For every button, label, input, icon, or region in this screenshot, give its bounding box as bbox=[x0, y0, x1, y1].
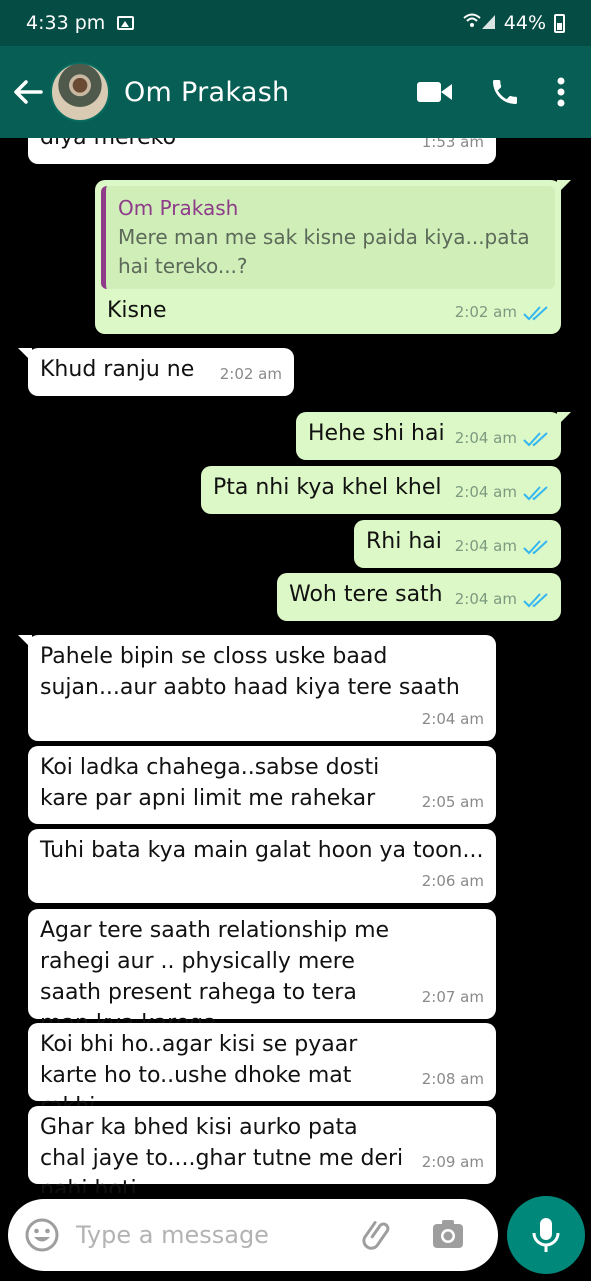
read-ticks-icon bbox=[523, 592, 549, 608]
message-outgoing[interactable]: Rhi hai 2:04 am bbox=[354, 520, 561, 568]
message-incoming[interactable]: Agar tere saath relationship me rahegi a… bbox=[28, 909, 496, 1036]
message-composer bbox=[8, 1199, 498, 1271]
arrow-left-icon bbox=[14, 80, 43, 104]
message-incoming[interactable]: Koi bhi ho..agar kisi se pyaar karte ho … bbox=[28, 1023, 496, 1119]
status-time: 4:33 pm bbox=[26, 12, 106, 34]
paperclip-icon bbox=[362, 1221, 390, 1250]
message-time: 2:04 am bbox=[454, 537, 517, 555]
avatar[interactable] bbox=[50, 62, 110, 122]
message-time: 2:04 am bbox=[421, 710, 484, 728]
smiley-icon bbox=[25, 1218, 59, 1252]
message-list[interactable]: diya mereko 1:53 am Om Prakash Mere man … bbox=[0, 138, 591, 1193]
back-button[interactable] bbox=[8, 72, 48, 112]
message-time: 2:05 am bbox=[421, 793, 484, 811]
quoted-text: Mere man me sak kisne paida kiya...pata … bbox=[118, 225, 530, 278]
message-outgoing-reply[interactable]: Om Prakash Mere man me sak kisne paida k… bbox=[95, 180, 571, 334]
message-incoming[interactable]: Ghar ka bhed kisi aurko pata chal jaye t… bbox=[28, 1106, 496, 1193]
message-outgoing[interactable]: Woh tere sath 2:04 am bbox=[277, 573, 561, 621]
quoted-message[interactable]: Om Prakash Mere man me sak kisne paida k… bbox=[101, 186, 555, 289]
message-outgoing[interactable]: Pta nhi kya khel khel 2:04 am bbox=[201, 466, 561, 514]
status-right: 44% bbox=[462, 12, 565, 35]
chat-header: Om Prakash bbox=[0, 46, 591, 138]
read-ticks-icon bbox=[523, 305, 549, 321]
kebab-menu-icon bbox=[557, 77, 565, 107]
message-time: 2:09 am bbox=[421, 1153, 484, 1171]
battery-icon bbox=[554, 13, 565, 33]
camera-button[interactable] bbox=[428, 1215, 468, 1255]
phone-icon bbox=[493, 80, 517, 104]
message-time: 2:04 am bbox=[454, 483, 517, 501]
message-time: 2:02 am bbox=[454, 303, 517, 321]
quoted-sender: Om Prakash bbox=[118, 196, 239, 220]
message-time: 2:02 am bbox=[219, 365, 282, 383]
message-incoming[interactable]: Pahele bipin se closs uske baad sujan...… bbox=[18, 635, 496, 741]
message-time: 1:53 am bbox=[421, 138, 484, 151]
message-outgoing[interactable]: Hehe shi hai 2:04 am bbox=[296, 412, 571, 460]
emoji-button[interactable] bbox=[24, 1217, 60, 1253]
message-time: 2:06 am bbox=[421, 872, 484, 890]
more-options-button[interactable] bbox=[557, 77, 565, 107]
message-incoming[interactable]: Koi ladka chahega..sabse dosti kare par … bbox=[28, 746, 496, 824]
header-actions bbox=[417, 76, 565, 108]
message-incoming[interactable]: Khud ranju ne 2:02 am bbox=[18, 348, 294, 396]
read-ticks-icon bbox=[523, 485, 549, 501]
message-text: Pahele bipin se closs uske baad sujan...… bbox=[40, 644, 460, 700]
contact-name[interactable]: Om Prakash bbox=[124, 77, 289, 108]
message-incoming[interactable]: Tuhi bata kya main galat hoon ya toon...… bbox=[28, 829, 496, 903]
video-call-button[interactable] bbox=[417, 80, 453, 104]
attach-button[interactable] bbox=[358, 1215, 398, 1255]
voice-record-button[interactable] bbox=[507, 1196, 585, 1274]
battery-percent: 44% bbox=[503, 12, 546, 34]
wifi-signal-icon bbox=[462, 12, 496, 35]
read-ticks-icon bbox=[523, 431, 549, 447]
video-camera-icon bbox=[417, 82, 452, 102]
voice-call-button[interactable] bbox=[489, 76, 521, 108]
image-notification-icon bbox=[117, 16, 135, 30]
read-ticks-icon bbox=[523, 539, 549, 555]
status-bar: 4:33 pm 44% bbox=[0, 0, 591, 46]
message-time: 2:04 am bbox=[454, 429, 517, 447]
message-time: 2:08 am bbox=[421, 1070, 484, 1088]
message-time: 2:04 am bbox=[454, 590, 517, 608]
message-time: 2:07 am bbox=[421, 988, 484, 1006]
message-input[interactable] bbox=[76, 1221, 346, 1249]
camera-icon bbox=[433, 1220, 463, 1248]
microphone-icon bbox=[532, 1218, 560, 1252]
message-incoming[interactable]: diya mereko 1:53 am bbox=[28, 138, 496, 164]
